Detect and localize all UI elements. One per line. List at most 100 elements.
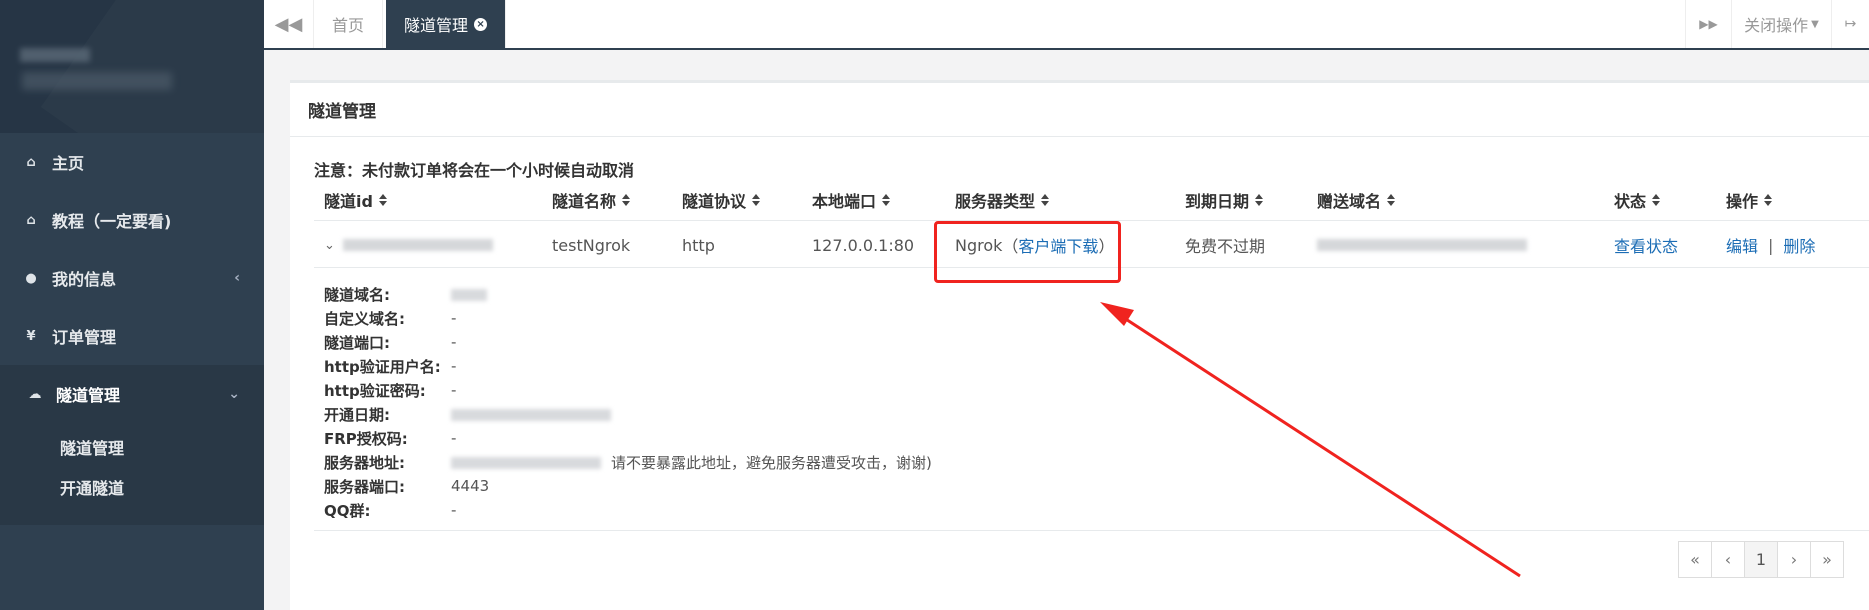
- detail-label: FRP授权码:: [324, 429, 408, 448]
- action-separator: |: [1768, 235, 1774, 255]
- sidebar-item-tutorial[interactable]: ⌂ 教程（一定要看): [0, 191, 264, 249]
- pagination-last-button[interactable]: »: [1810, 541, 1844, 578]
- cell-tunnel-name: testNgrok: [552, 235, 631, 255]
- detail-row: 自定义域名: -: [324, 306, 932, 330]
- header-label: 隧道协议: [682, 192, 747, 211]
- detail-row: 服务器地址: 请不要暴露此地址，避免服务器遭受攻击，谢谢): [324, 450, 932, 474]
- header-label: 到期日期: [1185, 192, 1250, 211]
- sidebar-item-tunnels[interactable]: ☁ 隧道管理 ⌄: [0, 365, 264, 423]
- sidebar-item-home[interactable]: ⌂ 主页: [0, 133, 264, 191]
- detail-row: http验证用户名: -: [324, 354, 932, 378]
- edit-link[interactable]: 编辑: [1726, 233, 1758, 257]
- pagination-page-1[interactable]: 1: [1744, 541, 1778, 578]
- col-header-status[interactable]: 状态: [1614, 179, 1661, 221]
- user-icon: ●: [25, 270, 37, 286]
- sort-icon: [622, 194, 631, 206]
- detail-label: 隧道域名:: [324, 285, 390, 304]
- delete-link[interactable]: 删除: [1783, 233, 1815, 257]
- double-chevron-left-icon: ◀◀: [274, 13, 303, 35]
- header-label: 状态: [1614, 192, 1647, 211]
- col-header-gift-domain[interactable]: 赠送域名: [1317, 179, 1396, 221]
- detail-value: -: [451, 381, 457, 399]
- header-label: 隧道名称: [552, 192, 617, 211]
- cell-tunnel-id: ⌄: [324, 222, 493, 268]
- sidebar-item-my-info[interactable]: ● 我的信息 ‹: [0, 249, 264, 307]
- tab-label: 隧道管理: [404, 16, 469, 35]
- sort-icon: [1255, 194, 1264, 206]
- detail-value: [451, 285, 487, 303]
- detail-row: 服务器端口: 4443: [324, 474, 932, 498]
- tab-bar: ◀◀ 首页 隧道管理 × ▶▶ 关闭操作 ▼ ↦: [264, 0, 1869, 50]
- tunnel-subnav: 隧道管理 开通隧道: [0, 423, 264, 525]
- sort-icon: [1041, 194, 1050, 206]
- header-label: 服务器类型: [955, 192, 1036, 211]
- redacted-value: [451, 288, 487, 301]
- cell-expiry: 免费不过期: [1185, 237, 1266, 256]
- pagination-first-button[interactable]: «: [1678, 541, 1712, 578]
- tab-label: 首页: [332, 16, 365, 35]
- col-header-protocol[interactable]: 隧道协议: [682, 179, 761, 221]
- expand-chevron-icon[interactable]: ⌄: [324, 238, 335, 253]
- close-icon[interactable]: ×: [474, 17, 488, 31]
- header-label: 赠送域名: [1317, 192, 1382, 211]
- pagination-prev-button[interactable]: ‹: [1711, 541, 1745, 578]
- sidebar-item-orders[interactable]: ¥ 订单管理: [0, 307, 264, 365]
- sign-out-icon: ↦: [1844, 16, 1857, 32]
- redacted-tunnel-id: [342, 239, 493, 251]
- sidebar-item-label: 教程（一定要看): [52, 212, 172, 231]
- tabs-scroll-right-button[interactable]: ▶▶: [1685, 0, 1732, 48]
- cell-local-port: 127.0.0.1:80: [812, 235, 915, 255]
- view-status-link[interactable]: 查看状态: [1614, 233, 1678, 257]
- sidebar-item-label: 订单管理: [52, 328, 117, 347]
- detail-label: http验证用户名:: [324, 357, 441, 376]
- cloud-icon: ☁: [28, 386, 42, 402]
- logout-button[interactable]: ↦: [1832, 0, 1869, 48]
- detail-row: FRP授权码: -: [324, 426, 932, 450]
- redacted-value: [451, 457, 601, 469]
- double-chevron-right-icon: ▶▶: [1699, 17, 1718, 31]
- subnav-item-open-tunnel[interactable]: 开通隧道: [0, 467, 264, 507]
- detail-label: 服务器地址:: [324, 453, 405, 472]
- detail-value: 4443: [451, 477, 490, 495]
- header-label: 操作: [1726, 192, 1759, 211]
- chevron-left-icon: ‹: [234, 270, 240, 286]
- table-bottom-divider: [314, 530, 1869, 531]
- subnav-item-tunnel-manage[interactable]: 隧道管理: [0, 427, 264, 467]
- redacted-user-info: [22, 72, 172, 90]
- detail-value: [451, 405, 611, 423]
- col-header-tunnel-name[interactable]: 隧道名称: [552, 179, 631, 221]
- tab-tunnel-manage[interactable]: 隧道管理 ×: [386, 0, 507, 48]
- detail-row: 隧道域名:: [324, 282, 932, 306]
- col-header-server-type[interactable]: 服务器类型: [955, 179, 1050, 221]
- detail-label: QQ群:: [324, 501, 371, 520]
- sort-icon: [752, 194, 761, 206]
- close-operations-dropdown[interactable]: 关闭操作 ▼: [1732, 0, 1832, 48]
- detail-value: -: [451, 501, 457, 519]
- header-label: 本地端口: [812, 192, 877, 211]
- home-icon: ⌂: [26, 154, 36, 170]
- profile-background: [40, 0, 264, 133]
- sort-icon: [882, 194, 891, 206]
- pagination-next-button[interactable]: ›: [1777, 541, 1811, 578]
- yen-icon: ¥: [26, 328, 36, 344]
- sort-icon: [378, 194, 387, 206]
- tab-home[interactable]: 首页: [314, 0, 384, 48]
- col-header-expiry[interactable]: 到期日期: [1185, 179, 1264, 221]
- server-address-warning: 请不要暴露此地址，避免服务器遭受攻击，谢谢): [611, 453, 932, 472]
- home-icon: ⌂: [26, 212, 36, 228]
- detail-value: -: [451, 429, 457, 447]
- sidebar-item-label: 主页: [52, 154, 85, 173]
- col-header-local-port[interactable]: 本地端口: [812, 179, 891, 221]
- col-header-actions[interactable]: 操作: [1726, 179, 1773, 221]
- detail-label: 开通日期:: [324, 405, 390, 424]
- redacted-username: [20, 48, 90, 62]
- detail-value: -: [451, 309, 457, 327]
- col-header-tunnel-id[interactable]: 隧道id: [324, 179, 387, 221]
- sidebar-item-label: 隧道管理: [56, 386, 121, 405]
- detail-label: http验证密码:: [324, 381, 426, 400]
- profile-area: [0, 0, 264, 133]
- table-header: 隧道id 隧道名称 隧道协议 本地端口 服务器类型 到期日期 赠送域名 状态 操…: [314, 179, 1869, 221]
- tabs-scroll-left-button[interactable]: ◀◀: [264, 0, 314, 48]
- unpaid-notice: 注意：未付款订单将会在一个小时候自动取消: [314, 161, 635, 180]
- chevron-down-icon: ⌄: [228, 386, 240, 402]
